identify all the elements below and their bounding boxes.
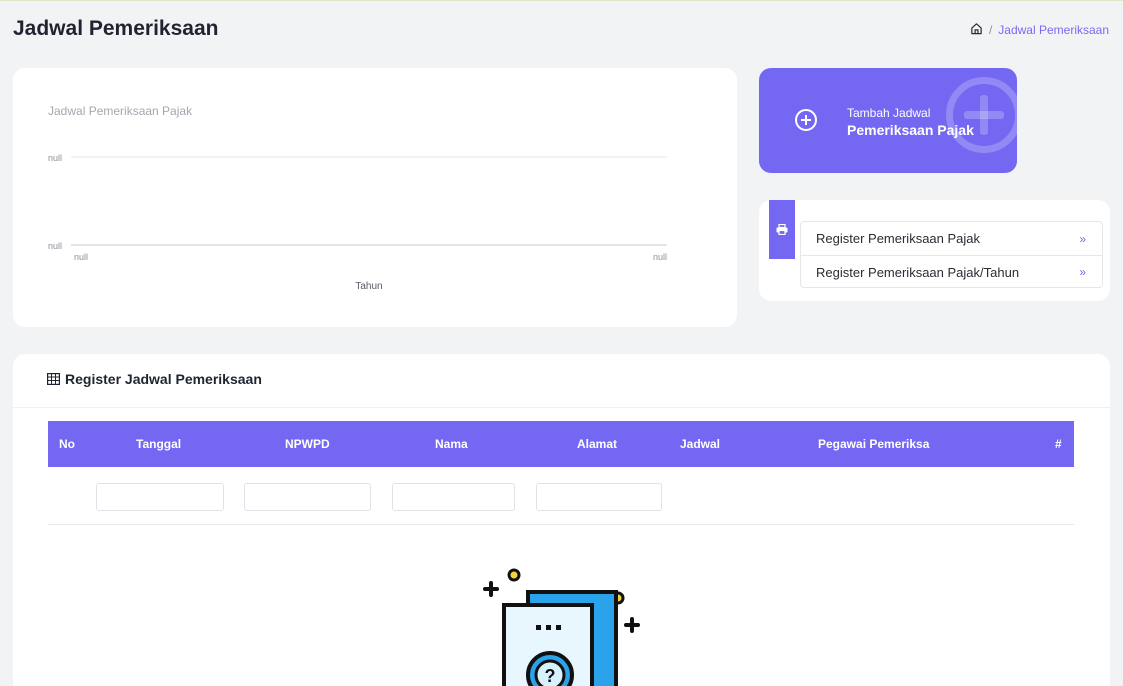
filter-nama-input[interactable] xyxy=(392,483,515,511)
table-grid-icon xyxy=(47,373,60,385)
y-tick-label: null xyxy=(48,153,62,163)
filter-alamat-input[interactable] xyxy=(536,483,662,511)
add-button-line2: Pemeriksaan Pajak xyxy=(847,122,974,138)
y-tick-label: null xyxy=(48,241,62,251)
chart-svg: Jadwal Pemeriksaan Pajak null null null … xyxy=(48,104,667,292)
x-tick-label: null xyxy=(653,252,667,262)
breadcrumb-current[interactable]: Jadwal Pemeriksaan xyxy=(998,23,1109,37)
column-header-alamat[interactable]: Alamat xyxy=(577,421,617,467)
filter-npwpd-input[interactable] xyxy=(244,483,371,511)
plus-circle-icon xyxy=(795,109,817,131)
empty-state-illustration: ? xyxy=(483,568,640,686)
column-header-npwpd[interactable]: NPWPD xyxy=(285,421,330,467)
print-tab xyxy=(769,200,795,259)
register-link-pemeriksaan-pajak[interactable]: Register Pemeriksaan Pajak » xyxy=(801,222,1102,255)
svg-text:?: ? xyxy=(545,666,556,686)
table-row-divider xyxy=(48,524,1074,525)
filter-tanggal-input[interactable] xyxy=(96,483,224,511)
page-title: Jadwal Pemeriksaan xyxy=(13,17,219,40)
register-links-card: Register Pemeriksaan Pajak » Register Pe… xyxy=(759,200,1110,301)
register-link-label: Register Pemeriksaan Pajak/Tahun xyxy=(816,264,1020,280)
printer-icon xyxy=(776,224,788,235)
breadcrumb: / Jadwal Pemeriksaan xyxy=(970,22,1109,38)
register-table-card: Register Jadwal Pemeriksaan No Tanggal N… xyxy=(13,354,1110,686)
register-link-pemeriksaan-pajak-tahun[interactable]: Register Pemeriksaan Pajak/Tahun » xyxy=(801,255,1102,288)
column-header-actions: # xyxy=(1055,437,1062,451)
column-header-pegawai-pemeriksa[interactable]: Pegawai Pemeriksa xyxy=(818,421,929,467)
column-header-no[interactable]: No xyxy=(59,421,75,467)
chart-card: Jadwal Pemeriksaan Pajak null null null … xyxy=(13,68,737,327)
chart-title: Jadwal Pemeriksaan Pajak xyxy=(48,104,193,118)
column-header-tanggal[interactable]: Tanggal xyxy=(136,421,181,467)
chevron-double-right-icon: » xyxy=(1079,265,1086,279)
column-header-jadwal[interactable]: Jadwal xyxy=(680,421,720,467)
register-link-label: Register Pemeriksaan Pajak xyxy=(816,231,981,246)
home-icon[interactable] xyxy=(970,22,983,38)
table-title: Register Jadwal Pemeriksaan xyxy=(47,371,262,387)
table-title-text: Register Jadwal Pemeriksaan xyxy=(65,371,262,387)
breadcrumb-separator: / xyxy=(988,23,993,37)
divider xyxy=(13,407,1110,408)
column-header-nama[interactable]: Nama xyxy=(435,421,468,467)
register-links-list: Register Pemeriksaan Pajak » Register Pe… xyxy=(800,221,1103,288)
add-schedule-button[interactable]: Tambah Jadwal Pemeriksaan Pajak xyxy=(759,68,1017,173)
x-axis-label: Tahun xyxy=(355,281,382,292)
add-button-line1: Tambah Jadwal xyxy=(847,106,931,120)
table-header: No Tanggal NPWPD Nama Alamat Jadwal Pega… xyxy=(48,421,1074,467)
x-tick-label: null xyxy=(74,252,88,262)
plus-watermark-v xyxy=(980,95,988,135)
chevron-double-right-icon: » xyxy=(1079,231,1086,246)
